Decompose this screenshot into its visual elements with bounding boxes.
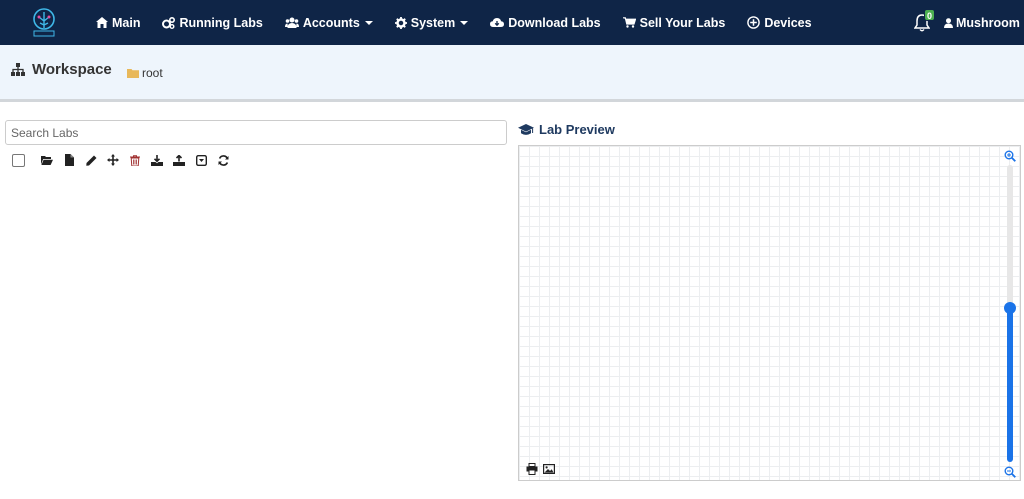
export-icon[interactable] <box>173 154 185 166</box>
nav-devices[interactable]: Devices <box>747 15 812 30</box>
nav-running-labs-label: Running Labs <box>179 15 263 30</box>
nav-running-labs[interactable]: Running Labs <box>162 15 263 30</box>
cloud-download-icon <box>490 18 505 27</box>
print-icon[interactable] <box>526 463 538 475</box>
nav-system-label: System <box>410 15 456 30</box>
nav-accounts[interactable]: Accounts <box>284 15 373 30</box>
refresh-icon[interactable] <box>217 154 229 166</box>
nav-system[interactable]: System <box>394 15 469 30</box>
collapse-icon[interactable] <box>195 154 207 166</box>
move-icon[interactable] <box>107 154 119 166</box>
users-icon <box>284 17 299 28</box>
search-input[interactable] <box>5 120 507 145</box>
zoom-slider[interactable] <box>1004 165 1016 462</box>
nav-accounts-label: Accounts <box>302 15 360 30</box>
breadcrumb-root[interactable]: root <box>127 66 163 80</box>
nav-sell-your-labs[interactable]: Sell Your Labs <box>622 15 726 30</box>
user-name: Mushroom <box>956 15 1020 30</box>
lab-preview-title-text: Lab Preview <box>539 122 615 137</box>
zoom-out-icon[interactable] <box>1004 466 1016 478</box>
zoom-in-icon[interactable] <box>1004 150 1016 162</box>
nav-download-labs-label: Download Labs <box>508 15 601 30</box>
chevron-down-icon <box>364 21 373 25</box>
nav-download-labs[interactable]: Download Labs <box>490 15 601 30</box>
workspace-header: Workspace root <box>0 45 1024 102</box>
image-icon[interactable] <box>543 463 555 475</box>
select-all-checkbox[interactable] <box>12 153 25 167</box>
nav-sell-your-labs-label: Sell Your Labs <box>639 15 726 30</box>
notifications-count-badge: 0 <box>924 9 936 21</box>
graduation-cap-icon <box>518 123 534 135</box>
home-icon <box>96 17 108 28</box>
page-title-text: Workspace <box>32 61 112 78</box>
sitemap-icon <box>11 63 25 76</box>
zoom-slider-handle[interactable] <box>1004 301 1016 314</box>
plus-circle-icon <box>747 16 761 29</box>
user-menu[interactable]: Mushroom <box>944 0 1024 45</box>
zoom-slider-fill <box>1007 307 1013 462</box>
top-navbar: Main Running Labs Accounts System Downlo… <box>0 0 1024 45</box>
gear-icon <box>394 16 407 29</box>
cart-icon <box>622 17 636 28</box>
lab-preview-canvas[interactable] <box>518 145 1021 481</box>
open-folder-icon[interactable] <box>41 154 53 166</box>
nav-main-label: Main <box>112 15 141 30</box>
nav-main[interactable]: Main <box>96 16 140 30</box>
chevron-down-icon <box>460 21 469 25</box>
file-toolbar <box>12 152 239 168</box>
logo-icon[interactable] <box>28 6 60 38</box>
page-title: Workspace <box>11 61 112 78</box>
import-icon[interactable] <box>151 154 163 166</box>
lab-preview-title: Lab Preview <box>518 122 615 137</box>
cogs-icon <box>162 16 176 29</box>
edit-icon[interactable] <box>85 154 97 166</box>
user-icon <box>944 17 953 28</box>
new-file-icon[interactable] <box>63 154 75 166</box>
breadcrumb-label: root <box>142 66 163 80</box>
delete-icon[interactable] <box>129 154 141 166</box>
folder-icon <box>127 69 139 78</box>
notifications-button[interactable]: 0 <box>914 9 936 33</box>
nav-devices-label: Devices <box>764 15 812 30</box>
